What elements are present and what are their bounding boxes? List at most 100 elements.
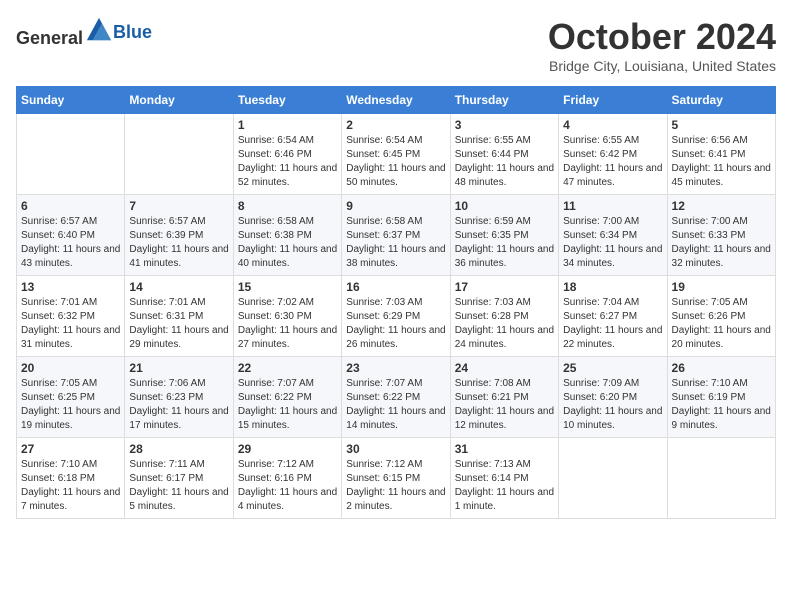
- day-info: Sunrise: 6:55 AM Sunset: 6:42 PM Dayligh…: [563, 134, 662, 190]
- calendar-cell: 22 Sunrise: 7:07 AM Sunset: 6:22 PM Dayli…: [233, 357, 341, 438]
- calendar-cell: 28Sunrise: 7:11 AM Sunset: 6:17 PM Dayli…: [125, 438, 233, 519]
- day-info: Sunrise: 7:07 AM Sunset: 6:22 PM Dayligh…: [238, 377, 337, 433]
- calendar-cell: [125, 114, 233, 195]
- day-info: Sunrise: 7:00 AM Sunset: 6:34 PM Dayligh…: [563, 215, 662, 271]
- calendar-cell: [667, 438, 775, 519]
- title-area: October 2024 Bridge City, Louisiana, Uni…: [548, 16, 776, 74]
- day-number: 17: [455, 280, 554, 294]
- day-info: Sunrise: 7:03 AM Sunset: 6:29 PM Dayligh…: [346, 296, 445, 352]
- day-info: Sunrise: 7:03 AM Sunset: 6:28 PM Dayligh…: [455, 296, 554, 352]
- col-sunday: Sunday: [17, 87, 125, 114]
- day-number: 18: [563, 280, 662, 294]
- day-number: 5: [672, 118, 771, 132]
- day-number: 11: [563, 199, 662, 213]
- calendar-cell: 7Sunrise: 6:57 AM Sunset: 6:39 PM Daylig…: [125, 195, 233, 276]
- calendar-row: 20 Sunrise: 7:05 AM Sunset: 6:25 PM Dayli…: [17, 357, 776, 438]
- calendar-body: 1 Sunrise: 6:54 AM Sunset: 6:46 PM Daylig…: [17, 114, 776, 519]
- calendar-cell: 27 Sunrise: 7:10 AM Sunset: 6:18 PM Dayli…: [17, 438, 125, 519]
- day-number: 30: [346, 442, 445, 456]
- calendar-cell: 14Sunrise: 7:01 AM Sunset: 6:31 PM Dayli…: [125, 276, 233, 357]
- logo-general: General: [16, 28, 83, 48]
- col-saturday: Saturday: [667, 87, 775, 114]
- day-info: Sunrise: 6:57 AM Sunset: 6:40 PM Dayligh…: [21, 215, 120, 271]
- calendar-cell: 4 Sunrise: 6:55 AM Sunset: 6:42 PM Daylig…: [559, 114, 667, 195]
- day-number: 13: [21, 280, 120, 294]
- day-info: Sunrise: 7:07 AM Sunset: 6:22 PM Dayligh…: [346, 377, 445, 433]
- calendar-cell: 12 Sunrise: 7:00 AM Sunset: 6:33 PM Dayli…: [667, 195, 775, 276]
- day-number: 10: [455, 199, 554, 213]
- logo-icon: [85, 16, 113, 44]
- day-info: Sunrise: 6:55 AM Sunset: 6:44 PM Dayligh…: [455, 134, 554, 190]
- calendar-cell: 31Sunrise: 7:13 AM Sunset: 6:14 PM Dayli…: [450, 438, 558, 519]
- day-info: Sunrise: 6:54 AM Sunset: 6:45 PM Dayligh…: [346, 134, 445, 190]
- day-info: Sunrise: 7:05 AM Sunset: 6:26 PM Dayligh…: [672, 296, 771, 352]
- calendar-cell: 30Sunrise: 7:12 AM Sunset: 6:15 PM Dayli…: [342, 438, 450, 519]
- calendar-cell: 8Sunrise: 6:58 AM Sunset: 6:38 PM Daylig…: [233, 195, 341, 276]
- day-number: 3: [455, 118, 554, 132]
- day-info: Sunrise: 7:09 AM Sunset: 6:20 PM Dayligh…: [563, 377, 662, 433]
- logo: General Blue: [16, 16, 152, 49]
- calendar-row: 1 Sunrise: 6:54 AM Sunset: 6:46 PM Daylig…: [17, 114, 776, 195]
- day-info: Sunrise: 7:10 AM Sunset: 6:18 PM Dayligh…: [21, 458, 120, 514]
- location-subtitle: Bridge City, Louisiana, United States: [548, 58, 776, 74]
- day-number: 31: [455, 442, 554, 456]
- day-info: Sunrise: 6:54 AM Sunset: 6:46 PM Dayligh…: [238, 134, 337, 190]
- month-title: October 2024: [548, 16, 776, 58]
- calendar-cell: [17, 114, 125, 195]
- calendar-cell: 24Sunrise: 7:08 AM Sunset: 6:21 PM Dayli…: [450, 357, 558, 438]
- day-info: Sunrise: 6:58 AM Sunset: 6:38 PM Dayligh…: [238, 215, 337, 271]
- calendar-cell: 10Sunrise: 6:59 AM Sunset: 6:35 PM Dayli…: [450, 195, 558, 276]
- day-number: 1: [238, 118, 337, 132]
- day-number: 6: [21, 199, 120, 213]
- calendar-cell: 6 Sunrise: 6:57 AM Sunset: 6:40 PM Daylig…: [17, 195, 125, 276]
- logo-blue: Blue: [113, 22, 152, 42]
- calendar-table: Sunday Monday Tuesday Wednesday Thursday…: [16, 86, 776, 519]
- day-number: 21: [129, 361, 228, 375]
- day-info: Sunrise: 7:08 AM Sunset: 6:21 PM Dayligh…: [455, 377, 554, 433]
- calendar-cell: 1 Sunrise: 6:54 AM Sunset: 6:46 PM Daylig…: [233, 114, 341, 195]
- day-info: Sunrise: 6:56 AM Sunset: 6:41 PM Dayligh…: [672, 134, 771, 190]
- calendar-cell: 17 Sunrise: 7:03 AM Sunset: 6:28 PM Dayli…: [450, 276, 558, 357]
- day-number: 27: [21, 442, 120, 456]
- day-info: Sunrise: 7:06 AM Sunset: 6:23 PM Dayligh…: [129, 377, 228, 433]
- calendar-cell: 21 Sunrise: 7:06 AM Sunset: 6:23 PM Dayli…: [125, 357, 233, 438]
- calendar-cell: 11 Sunrise: 7:00 AM Sunset: 6:34 PM Dayli…: [559, 195, 667, 276]
- day-number: 12: [672, 199, 771, 213]
- calendar-cell: 26 Sunrise: 7:10 AM Sunset: 6:19 PM Dayli…: [667, 357, 775, 438]
- day-number: 16: [346, 280, 445, 294]
- day-info: Sunrise: 7:00 AM Sunset: 6:33 PM Dayligh…: [672, 215, 771, 271]
- calendar-cell: 19 Sunrise: 7:05 AM Sunset: 6:26 PM Dayli…: [667, 276, 775, 357]
- calendar-cell: 3 Sunrise: 6:55 AM Sunset: 6:44 PM Daylig…: [450, 114, 558, 195]
- day-number: 4: [563, 118, 662, 132]
- day-number: 23: [346, 361, 445, 375]
- calendar-row: 27 Sunrise: 7:10 AM Sunset: 6:18 PM Dayli…: [17, 438, 776, 519]
- day-number: 2: [346, 118, 445, 132]
- calendar-cell: 16 Sunrise: 7:03 AM Sunset: 6:29 PM Dayli…: [342, 276, 450, 357]
- day-number: 28: [129, 442, 228, 456]
- calendar-cell: 13Sunrise: 7:01 AM Sunset: 6:32 PM Dayli…: [17, 276, 125, 357]
- day-number: 19: [672, 280, 771, 294]
- calendar-cell: 20 Sunrise: 7:05 AM Sunset: 6:25 PM Dayli…: [17, 357, 125, 438]
- day-number: 25: [563, 361, 662, 375]
- day-number: 22: [238, 361, 337, 375]
- calendar-cell: 18Sunrise: 7:04 AM Sunset: 6:27 PM Dayli…: [559, 276, 667, 357]
- calendar-row: 13Sunrise: 7:01 AM Sunset: 6:32 PM Dayli…: [17, 276, 776, 357]
- header-area: General Blue October 2024 Bridge City, L…: [16, 16, 776, 74]
- day-number: 26: [672, 361, 771, 375]
- day-number: 14: [129, 280, 228, 294]
- day-info: Sunrise: 7:12 AM Sunset: 6:16 PM Dayligh…: [238, 458, 337, 514]
- day-number: 7: [129, 199, 228, 213]
- day-info: Sunrise: 7:10 AM Sunset: 6:19 PM Dayligh…: [672, 377, 771, 433]
- calendar-cell: 5 Sunrise: 6:56 AM Sunset: 6:41 PM Daylig…: [667, 114, 775, 195]
- calendar-cell: 15Sunrise: 7:02 AM Sunset: 6:30 PM Dayli…: [233, 276, 341, 357]
- calendar-cell: 25 Sunrise: 7:09 AM Sunset: 6:20 PM Dayli…: [559, 357, 667, 438]
- col-thursday: Thursday: [450, 87, 558, 114]
- day-number: 20: [21, 361, 120, 375]
- day-info: Sunrise: 7:05 AM Sunset: 6:25 PM Dayligh…: [21, 377, 120, 433]
- col-friday: Friday: [559, 87, 667, 114]
- calendar-cell: 29Sunrise: 7:12 AM Sunset: 6:16 PM Dayli…: [233, 438, 341, 519]
- day-number: 15: [238, 280, 337, 294]
- col-tuesday: Tuesday: [233, 87, 341, 114]
- calendar-cell: [559, 438, 667, 519]
- calendar-row: 6 Sunrise: 6:57 AM Sunset: 6:40 PM Daylig…: [17, 195, 776, 276]
